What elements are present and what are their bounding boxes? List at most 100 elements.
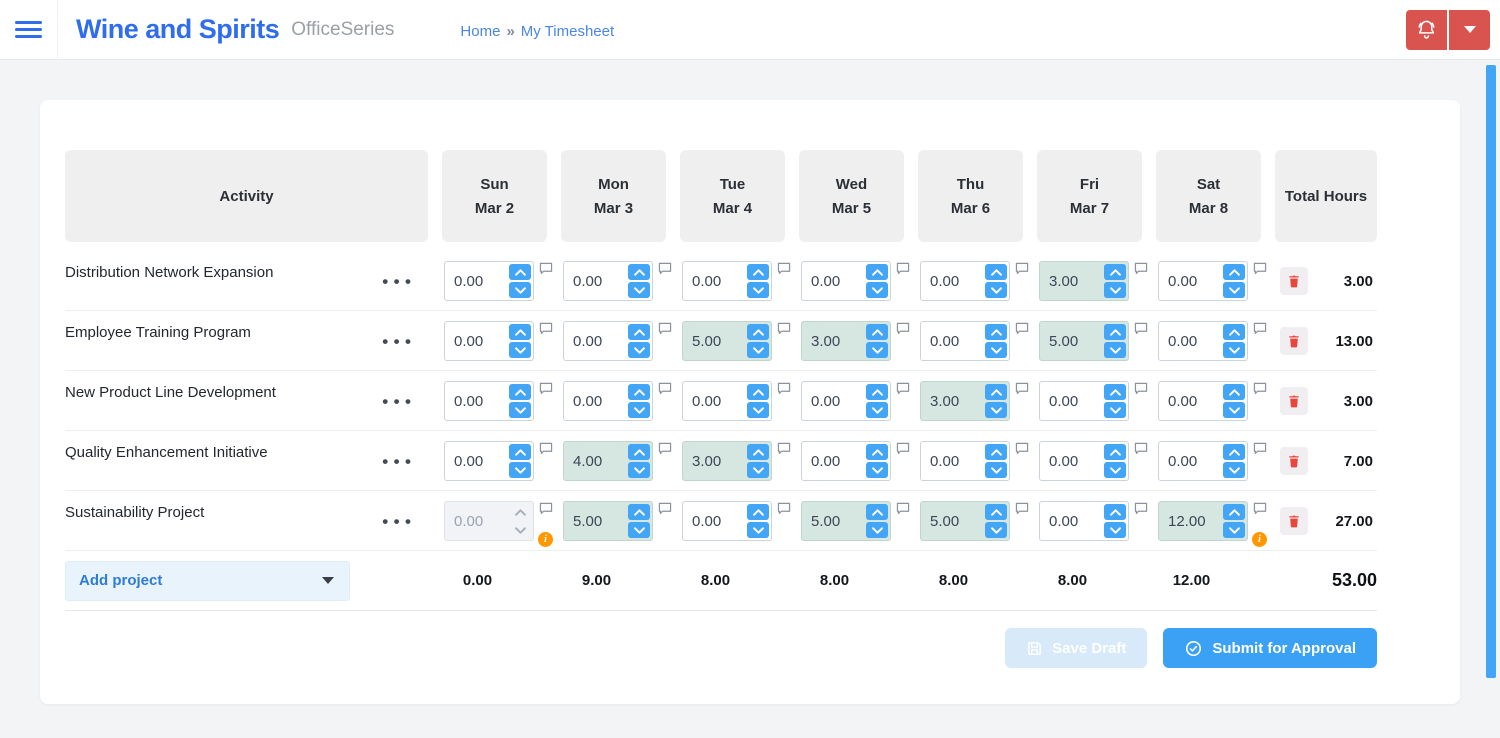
spinner-down-button[interactable] xyxy=(628,402,650,418)
spinner-up-button[interactable] xyxy=(1223,504,1245,520)
comment-icon[interactable] xyxy=(1134,262,1148,275)
delete-row-button[interactable] xyxy=(1280,507,1308,535)
spinner-up-button[interactable] xyxy=(509,264,531,280)
hours-input[interactable] xyxy=(685,504,747,538)
delete-row-button[interactable] xyxy=(1280,447,1308,475)
spinner-up-button[interactable] xyxy=(866,444,888,460)
comment-icon[interactable] xyxy=(539,382,553,395)
hours-input[interactable] xyxy=(447,324,509,358)
breadcrumb-current-link[interactable]: My Timesheet xyxy=(521,23,614,40)
spinner-down-button[interactable] xyxy=(985,402,1007,418)
hours-input[interactable] xyxy=(566,384,628,418)
comment-icon[interactable] xyxy=(896,502,910,515)
delete-row-button[interactable] xyxy=(1280,387,1308,415)
warning-info-icon[interactable]: i xyxy=(538,532,553,547)
spinner-down-button[interactable] xyxy=(1223,342,1245,358)
hours-input[interactable] xyxy=(804,444,866,478)
breadcrumb-home-link[interactable]: Home xyxy=(460,23,500,40)
hours-input[interactable] xyxy=(1042,444,1104,478)
comment-icon[interactable] xyxy=(777,502,791,515)
hours-input[interactable] xyxy=(447,504,509,538)
notifications-button[interactable] xyxy=(1406,9,1447,50)
spinner-up-button[interactable] xyxy=(985,444,1007,460)
hours-input[interactable] xyxy=(447,264,509,298)
hours-input[interactable] xyxy=(685,324,747,358)
spinner-down-button[interactable] xyxy=(866,282,888,298)
comment-icon[interactable] xyxy=(896,322,910,335)
comment-icon[interactable] xyxy=(539,502,553,515)
hours-input[interactable] xyxy=(566,324,628,358)
hours-input[interactable] xyxy=(1042,324,1104,358)
spinner-down-button[interactable] xyxy=(866,402,888,418)
hours-input[interactable] xyxy=(1161,384,1223,418)
comment-icon[interactable] xyxy=(1253,322,1267,335)
hours-input[interactable] xyxy=(804,324,866,358)
hours-input[interactable] xyxy=(447,444,509,478)
spinner-up-button[interactable] xyxy=(747,324,769,340)
spinner-down-button[interactable] xyxy=(747,462,769,478)
hours-input[interactable] xyxy=(566,264,628,298)
comment-icon[interactable] xyxy=(777,442,791,455)
delete-row-button[interactable] xyxy=(1280,267,1308,295)
spinner-down-button[interactable] xyxy=(509,282,531,298)
spinner-down-button[interactable] xyxy=(1104,462,1126,478)
spinner-down-button[interactable] xyxy=(509,342,531,358)
spinner-up-button[interactable] xyxy=(747,444,769,460)
add-project-select[interactable]: Add project xyxy=(65,560,350,601)
spinner-down-button[interactable] xyxy=(1104,402,1126,418)
spinner-down-button[interactable] xyxy=(509,522,531,538)
row-menu-button[interactable]: • • • xyxy=(382,273,413,290)
spinner-up-button[interactable] xyxy=(1223,324,1245,340)
spinner-up-button[interactable] xyxy=(628,384,650,400)
comment-icon[interactable] xyxy=(539,442,553,455)
hours-input[interactable] xyxy=(1042,504,1104,538)
hours-input[interactable] xyxy=(923,324,985,358)
comment-icon[interactable] xyxy=(1015,262,1029,275)
spinner-down-button[interactable] xyxy=(1223,402,1245,418)
spinner-up-button[interactable] xyxy=(985,324,1007,340)
row-menu-button[interactable]: • • • xyxy=(382,393,413,410)
comment-icon[interactable] xyxy=(1253,442,1267,455)
account-menu-button[interactable] xyxy=(1449,9,1490,50)
spinner-up-button[interactable] xyxy=(1223,264,1245,280)
hours-input[interactable] xyxy=(804,504,866,538)
comment-icon[interactable] xyxy=(539,322,553,335)
comment-icon[interactable] xyxy=(777,262,791,275)
hours-input[interactable] xyxy=(685,264,747,298)
spinner-up-button[interactable] xyxy=(628,324,650,340)
hours-input[interactable] xyxy=(1161,264,1223,298)
spinner-up-button[interactable] xyxy=(747,264,769,280)
spinner-down-button[interactable] xyxy=(628,462,650,478)
hours-input[interactable] xyxy=(1042,264,1104,298)
spinner-up-button[interactable] xyxy=(509,504,531,520)
comment-icon[interactable] xyxy=(658,322,672,335)
spinner-down-button[interactable] xyxy=(1223,462,1245,478)
comment-icon[interactable] xyxy=(658,442,672,455)
spinner-down-button[interactable] xyxy=(1223,522,1245,538)
spinner-down-button[interactable] xyxy=(747,282,769,298)
warning-info-icon[interactable]: i xyxy=(1252,532,1267,547)
spinner-up-button[interactable] xyxy=(509,384,531,400)
spinner-up-button[interactable] xyxy=(1104,384,1126,400)
spinner-down-button[interactable] xyxy=(1223,282,1245,298)
row-menu-button[interactable]: • • • xyxy=(382,333,413,350)
comment-icon[interactable] xyxy=(1253,262,1267,275)
hours-input[interactable] xyxy=(804,384,866,418)
spinner-up-button[interactable] xyxy=(509,444,531,460)
spinner-up-button[interactable] xyxy=(1223,384,1245,400)
spinner-up-button[interactable] xyxy=(1104,444,1126,460)
spinner-down-button[interactable] xyxy=(1104,522,1126,538)
comment-icon[interactable] xyxy=(1134,322,1148,335)
spinner-down-button[interactable] xyxy=(747,522,769,538)
spinner-down-button[interactable] xyxy=(628,282,650,298)
spinner-down-button[interactable] xyxy=(866,522,888,538)
comment-icon[interactable] xyxy=(1134,382,1148,395)
spinner-up-button[interactable] xyxy=(628,264,650,280)
spinner-up-button[interactable] xyxy=(628,444,650,460)
hours-input[interactable] xyxy=(923,384,985,418)
comment-icon[interactable] xyxy=(658,502,672,515)
hours-input[interactable] xyxy=(923,444,985,478)
spinner-up-button[interactable] xyxy=(1104,324,1126,340)
spinner-up-button[interactable] xyxy=(866,504,888,520)
spinner-down-button[interactable] xyxy=(985,462,1007,478)
